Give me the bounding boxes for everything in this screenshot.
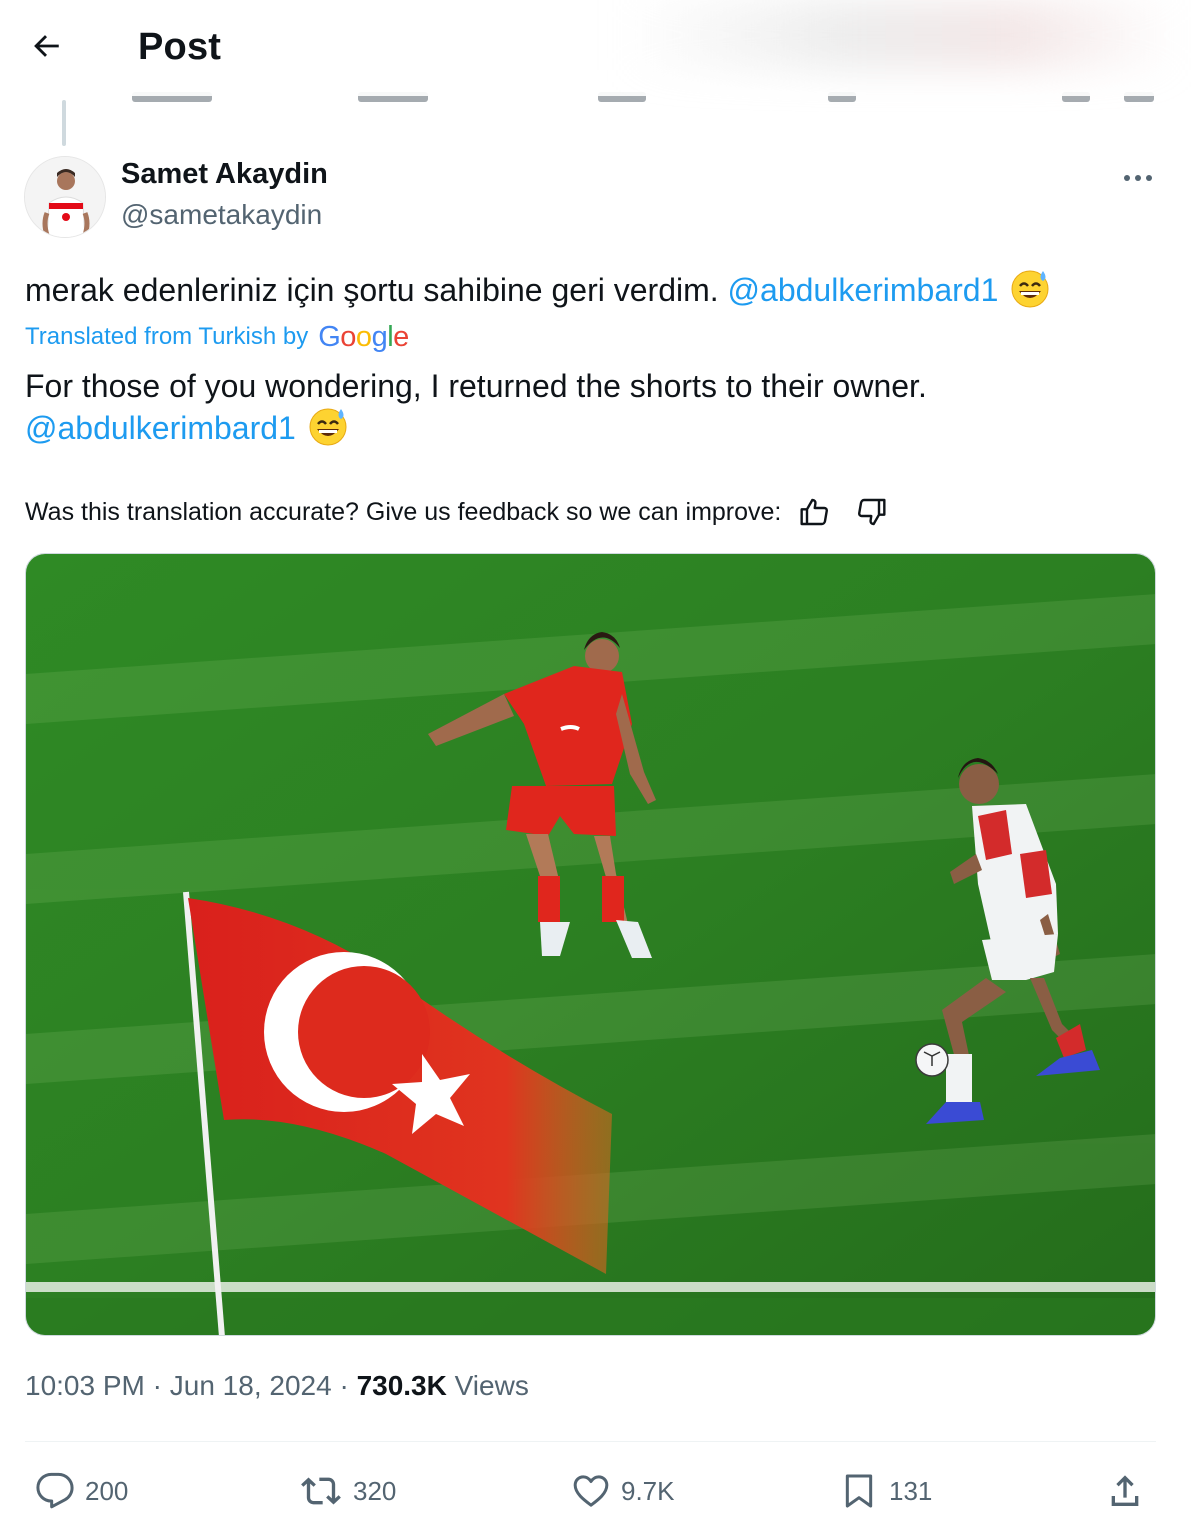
action-bar: 200 320 9.7K 131 [25, 1464, 1156, 1518]
translated-text: For those of you wondering, I returned t… [25, 366, 1165, 455]
thumbs-down-button[interactable] [853, 494, 889, 530]
post-body: merak edenleriniz için şortu sahibine ge… [25, 272, 719, 308]
share-button[interactable] [1105, 1464, 1145, 1518]
grinning-sweat-emoji [1010, 268, 1050, 317]
bookmark-icon [845, 1474, 873, 1508]
grinning-sweat-emoji [308, 406, 348, 455]
bookmark-count: 131 [889, 1475, 933, 1506]
heart-icon [573, 1475, 609, 1507]
reply-icon [36, 1472, 74, 1509]
meta-separator: · [152, 1370, 162, 1401]
meta-separator: · [339, 1370, 349, 1401]
post-text: merak edenleriniz için şortu sahibine ge… [25, 268, 1050, 317]
translation-feedback: Was this translation accurate? Give us f… [25, 494, 889, 530]
bookmark-button[interactable]: 131 [839, 1464, 932, 1518]
views-label: Views [454, 1370, 529, 1401]
translated-body: For those of you wondering, I returned t… [25, 368, 927, 404]
reply-button[interactable]: 200 [35, 1464, 128, 1518]
repost-count: 320 [353, 1475, 397, 1506]
repost-button[interactable]: 320 [299, 1464, 396, 1518]
post-image[interactable] [25, 553, 1156, 1336]
top-bar: Post [0, 0, 1193, 96]
feedback-prompt: Was this translation accurate? Give us f… [25, 497, 782, 526]
repost-icon [301, 1477, 341, 1505]
like-button[interactable]: 9.7K [571, 1464, 675, 1518]
thumbs-down-icon [858, 498, 886, 526]
share-icon [1111, 1475, 1139, 1506]
views-count: 730.3K [356, 1370, 447, 1401]
more-button[interactable] [1116, 160, 1160, 196]
arrow-left-icon [34, 35, 59, 57]
author-handle[interactable]: @sametakaydin [121, 199, 322, 231]
avatar[interactable] [24, 156, 106, 238]
football-pitch-photo [26, 554, 1155, 1335]
post-date[interactable]: Jun 18, 2024 [170, 1370, 332, 1401]
thumbs-up-button[interactable] [797, 494, 833, 530]
back-button[interactable] [24, 24, 68, 68]
more-horizontal-icon [1124, 175, 1152, 181]
avatar-photo [25, 157, 105, 237]
mention-link[interactable]: @abdulkerimbard1 [728, 272, 999, 308]
reply-count: 200 [85, 1475, 129, 1506]
divider [25, 1441, 1156, 1442]
translated-label[interactable]: Translated from Turkish by [25, 323, 308, 351]
thumbs-up-icon [800, 498, 829, 526]
post-time[interactable]: 10:03 PM [25, 1370, 145, 1401]
post-metadata: 10:03 PM · Jun 18, 2024 · 730.3K Views [25, 1370, 529, 1402]
translation-attribution: Translated from Turkish by Google [25, 320, 409, 354]
page-title: Post [138, 26, 222, 68]
google-logo: Google [318, 320, 409, 353]
header-blur [620, 0, 1180, 70]
author-name[interactable]: Samet Akaydin [121, 158, 328, 191]
translated-mention-link[interactable]: @abdulkerimbard1 [25, 410, 296, 446]
like-count: 9.7K [621, 1475, 675, 1506]
